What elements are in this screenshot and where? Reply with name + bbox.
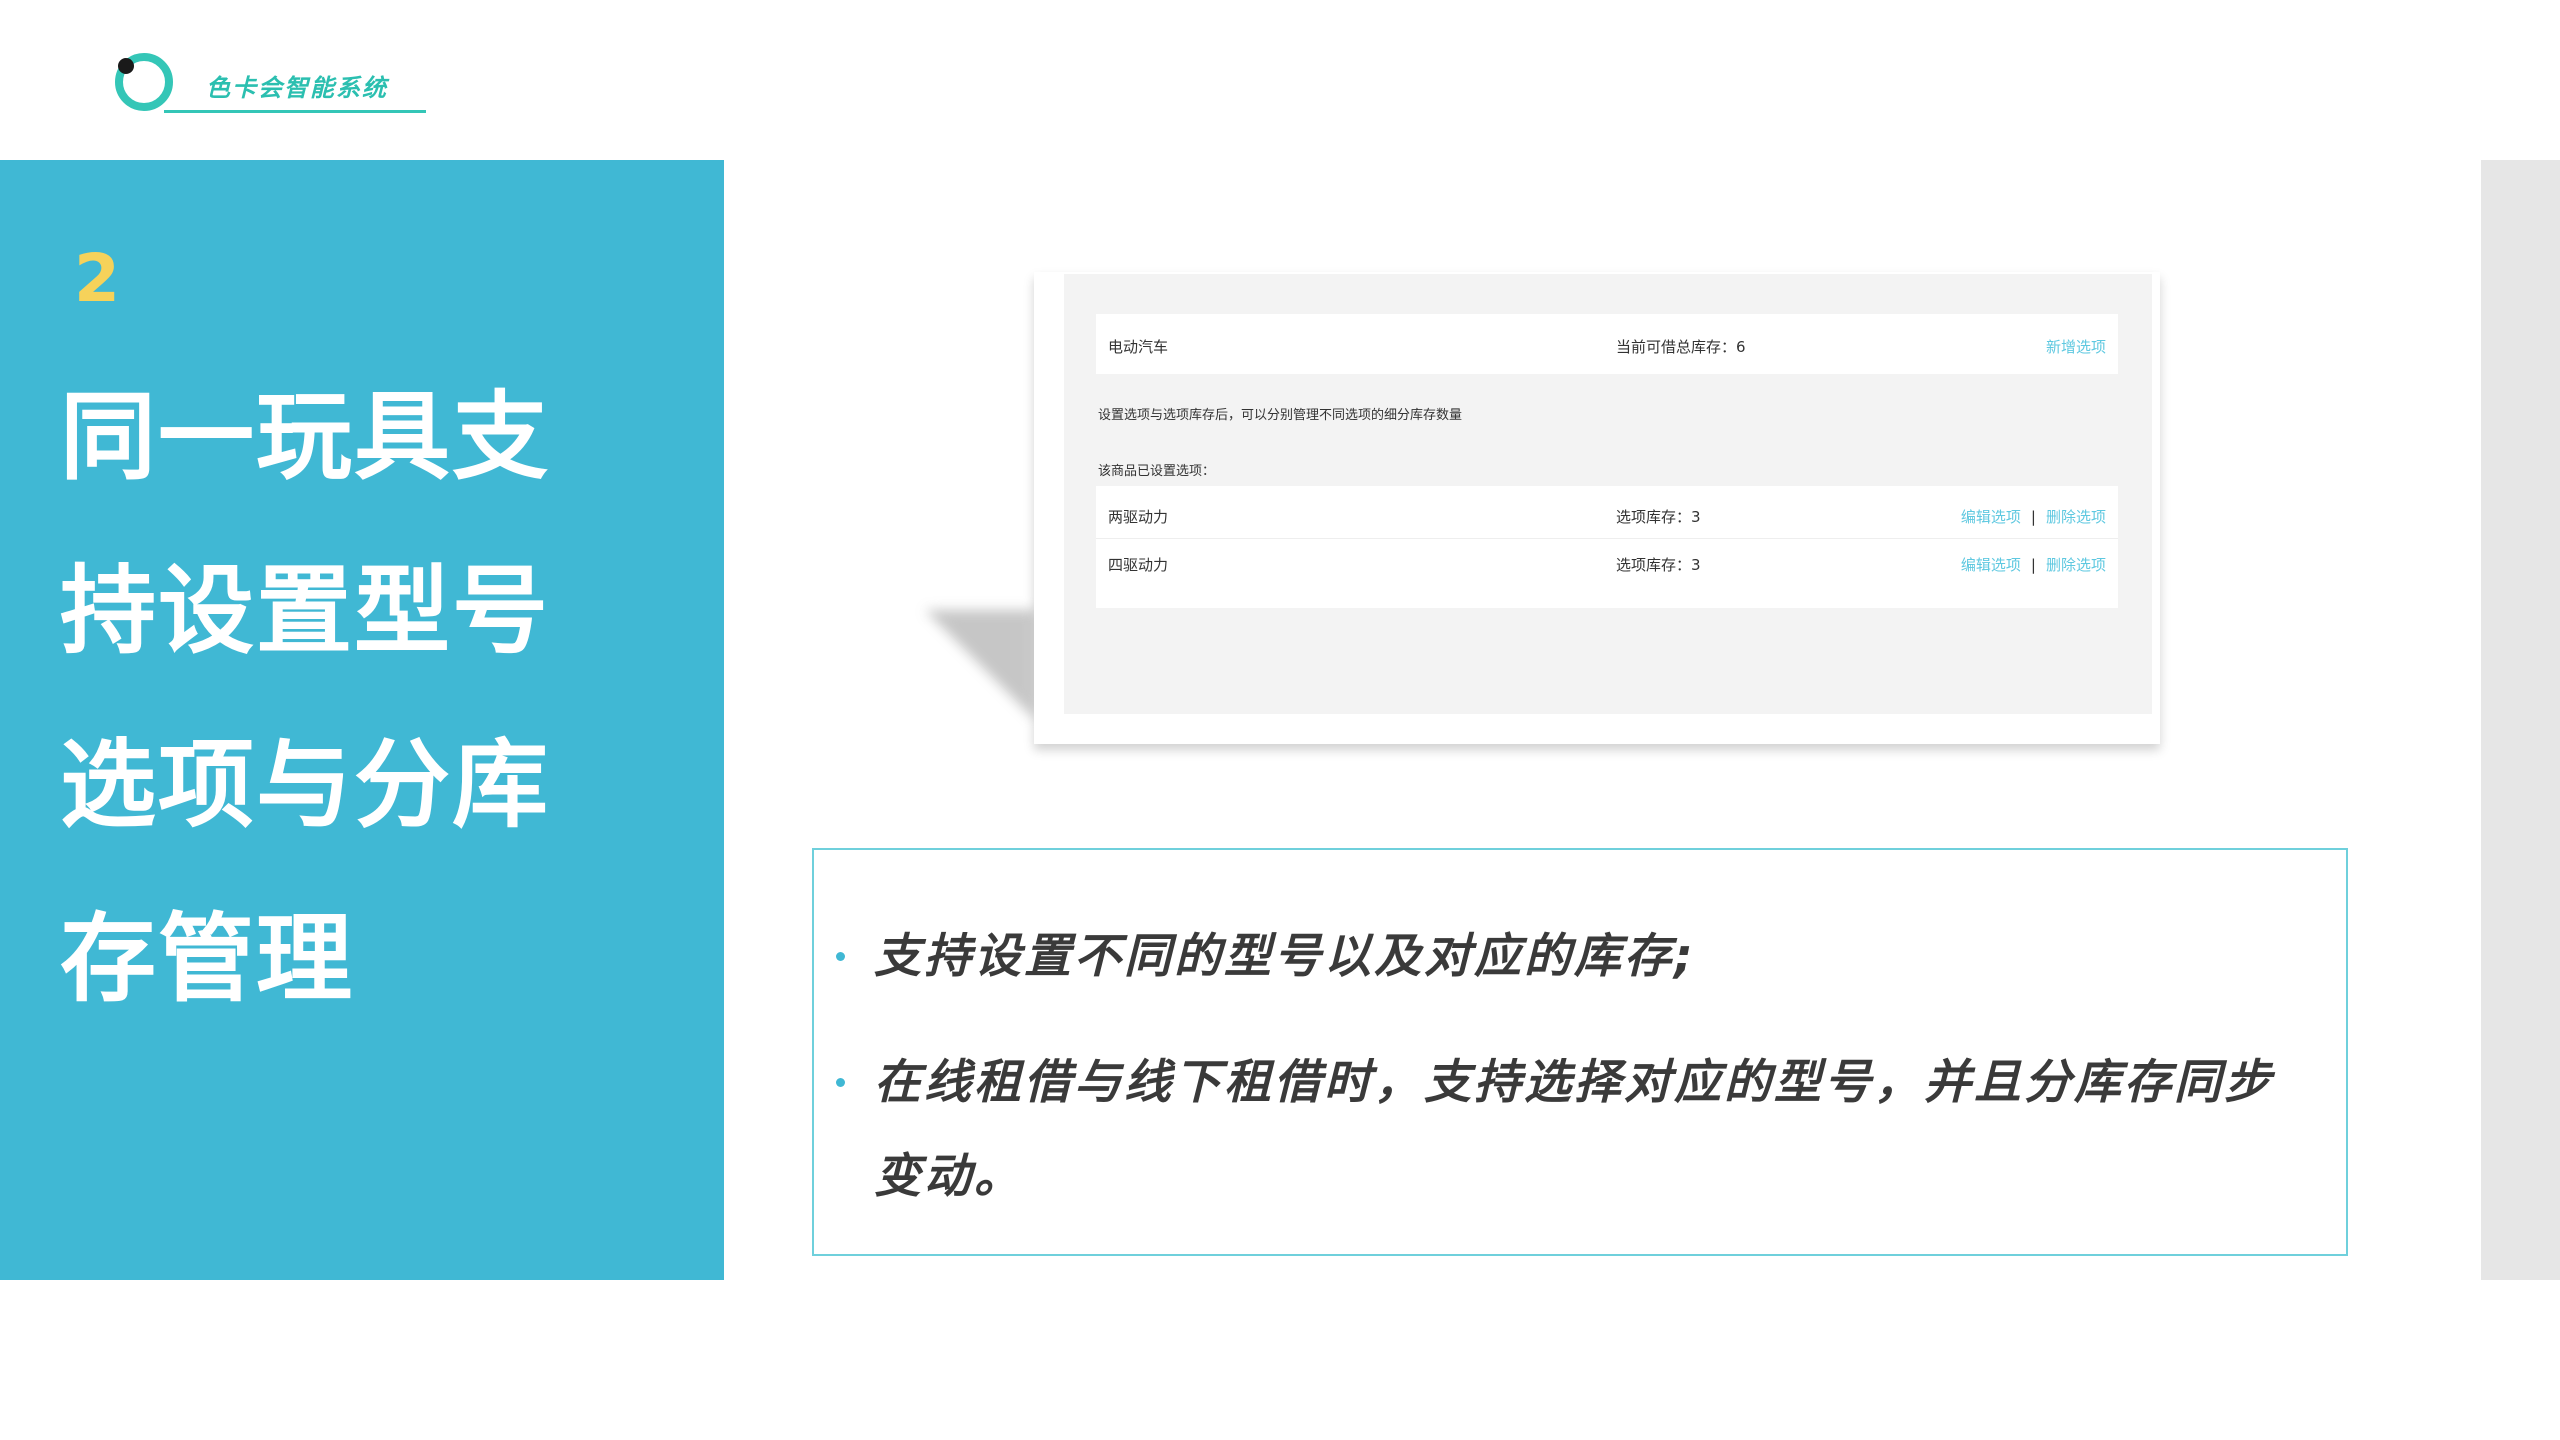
options-list: 两驱动力 选项库存：3 编辑选项 | 删除选项 四驱动力 选项库存：3 编辑选项 | 删… <box>1096 486 2118 608</box>
description-bullet: 在线租借与线下租借时，支持选择对应的型号，并且分库存同步变动。 <box>874 1055 2274 1204</box>
section-number: 2 <box>74 240 120 317</box>
options-heading: 该商品已设置选项： <box>1098 464 1216 479</box>
mockup-shadow <box>925 610 1035 720</box>
edit-option-link[interactable]: 编辑选项 <box>1961 508 2021 526</box>
product-name: 电动汽车 <box>1108 338 1169 356</box>
description-box: 支持设置不同的型号以及对应的库存; 在线租借与线下租借时，支持选择对应的型号，并… <box>812 848 2348 1256</box>
option-actions: 编辑选项 | 删除选项 <box>1961 506 2106 527</box>
logo-ring-icon <box>115 53 173 111</box>
mockup-screenshot: 电动汽车 当前可借总库存：6 新增选项 设置选项与选项库存后，可以分别管理不同选… <box>1034 272 2160 744</box>
description-bullet: 支持设置不同的型号以及对应的库存; <box>874 929 1696 984</box>
option-actions: 编辑选项 | 删除选项 <box>1961 554 2106 575</box>
delete-option-link[interactable]: 删除选项 <box>2046 508 2106 526</box>
logo-underline <box>164 110 426 113</box>
stock-note: 设置选项与选项库存后，可以分别管理不同选项的细分库存数量 <box>1098 408 1463 423</box>
logo-text: 色卡会智能系统 <box>206 74 388 102</box>
slide: 色卡会智能系统 2 同一玩具支持设置型号选项与分库存管理 电动汽车 当前可借总库… <box>0 0 2560 1440</box>
option-stock: 选项库存：3 <box>1616 556 1701 574</box>
action-separator: | <box>2030 556 2036 574</box>
bullet-dot-icon <box>836 1078 845 1087</box>
delete-option-link[interactable]: 删除选项 <box>2046 556 2106 574</box>
right-decor-strip <box>2481 160 2560 1280</box>
option-name: 四驱动力 <box>1108 556 1169 574</box>
action-separator: | <box>2030 508 2036 526</box>
option-row: 四驱动力 选项库存：3 编辑选项 | 删除选项 <box>1096 538 2118 586</box>
mockup-panel: 电动汽车 当前可借总库存：6 新增选项 设置选项与选项库存后，可以分别管理不同选… <box>1064 274 2152 714</box>
product-row-box: 电动汽车 当前可借总库存：6 新增选项 <box>1096 314 2118 374</box>
section-title: 同一玩具支持设置型号选项与分库存管理 <box>60 381 550 1015</box>
add-option-link[interactable]: 新增选项 <box>2046 336 2106 357</box>
edit-option-link[interactable]: 编辑选项 <box>1961 556 2021 574</box>
option-name: 两驱动力 <box>1108 508 1169 526</box>
option-row: 两驱动力 选项库存：3 编辑选项 | 删除选项 <box>1096 490 2118 539</box>
option-stock: 选项库存：3 <box>1616 508 1701 526</box>
product-row: 电动汽车 当前可借总库存：6 新增选项 <box>1096 320 2118 368</box>
left-panel: 2 同一玩具支持设置型号选项与分库存管理 <box>0 160 724 1280</box>
logo: 色卡会智能系统 <box>112 48 426 118</box>
total-stock: 当前可借总库存：6 <box>1616 338 1746 356</box>
bullet-dot-icon <box>836 952 845 961</box>
